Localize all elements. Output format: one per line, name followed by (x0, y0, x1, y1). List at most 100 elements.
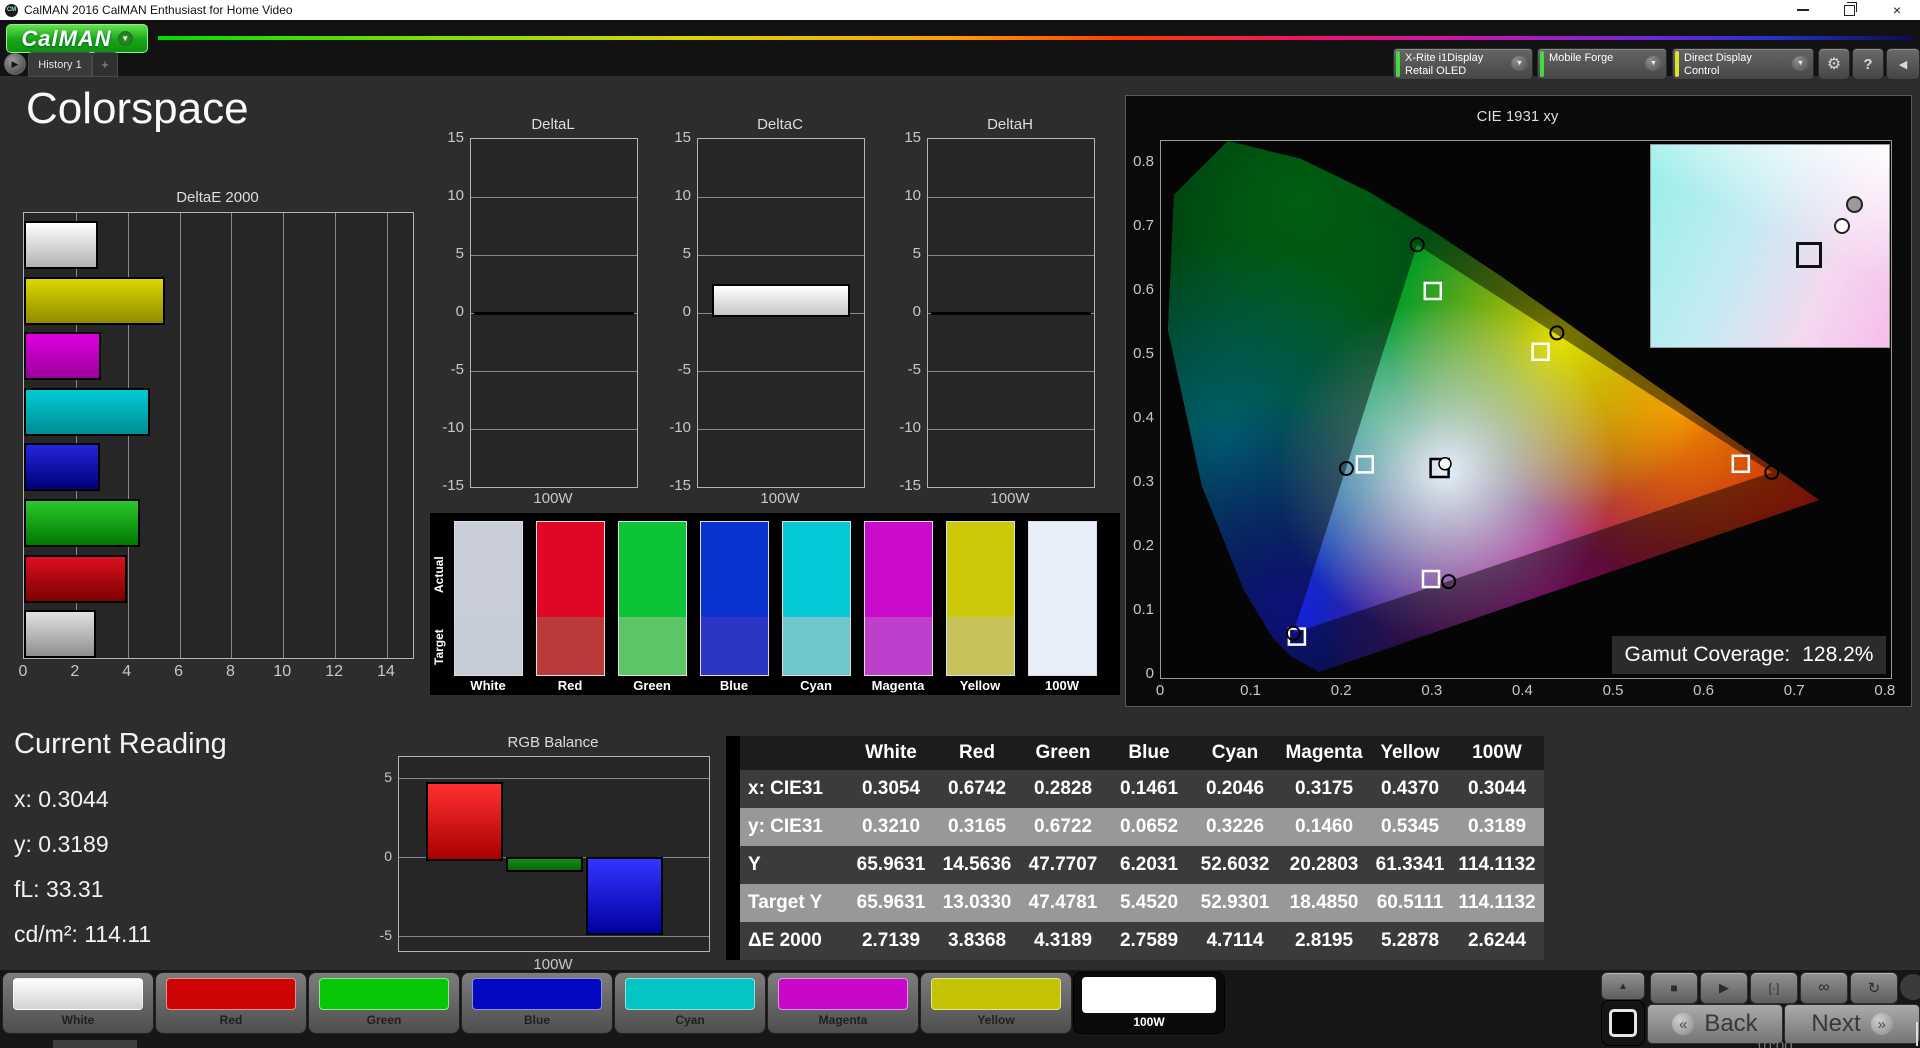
table-cell: 52.6032 (1200, 854, 1270, 875)
table-cell: 5.4520 (1119, 892, 1179, 913)
pattern-button-magenta[interactable]: Magenta (767, 972, 919, 1034)
next-button[interactable]: Next » (1784, 1004, 1920, 1044)
collapse-panel-button[interactable]: ◀ (1886, 48, 1920, 80)
tab-scroll-button[interactable]: ▶ (4, 53, 26, 75)
bottom-accent-bar (53, 1040, 137, 1048)
table-cell: 2.6244 (1467, 930, 1527, 951)
table-row-label: Target Y (748, 892, 823, 913)
minimize-button[interactable] (1786, 0, 1820, 20)
swatch-target (455, 617, 522, 675)
source-dropdown-label: Mobile Forge (1549, 52, 1614, 64)
swatch-label: Blue (719, 678, 749, 693)
gamut-coverage-readout: Gamut Coverage: 128.2% (1612, 636, 1886, 674)
gear-icon: ⚙ (1826, 56, 1842, 73)
table-cell: 0.3210 (861, 816, 921, 837)
mini-chart-x-label: 100W (760, 490, 800, 507)
zero-value-bar (474, 311, 634, 315)
table-header-cell: Yellow (1380, 742, 1440, 763)
chevron-down-icon[interactable]: ▼ (1645, 56, 1662, 71)
table-cell: 0.6742 (947, 778, 1007, 799)
continuous-measure-button[interactable]: ∞ (1800, 972, 1848, 1004)
single-measure-button[interactable]: [·] (1750, 972, 1798, 1004)
pattern-button-label: Cyan (675, 1013, 705, 1027)
stop-button[interactable]: ■ (1650, 972, 1698, 1004)
pattern-chip (319, 978, 449, 1010)
pattern-button-100w[interactable]: 100W (1073, 972, 1225, 1034)
pattern-chip (1082, 977, 1216, 1013)
pattern-chip (13, 978, 143, 1010)
axis-tick-label: 0 (682, 303, 691, 320)
reading-fl: fL: 33.31 (14, 876, 104, 902)
table-cell: 114.1132 (1458, 854, 1536, 875)
table-cell: 0.2828 (1033, 778, 1093, 799)
mini-chart-title: DeltaH (987, 116, 1033, 133)
swatch-actual (455, 522, 522, 617)
table-row: Y 65.9631 14.5636 47.7707 6.2031 52.6032 20.28… (740, 846, 1544, 884)
pattern-up-button[interactable]: ▲ (1601, 972, 1645, 1000)
swatch-column-100w (1028, 521, 1097, 676)
axis-tick-label: 0.5 (1133, 345, 1154, 362)
calman-logo-menu[interactable]: CalMAN ▼ (6, 24, 148, 53)
inset-measured-gray (1846, 195, 1864, 213)
pattern-button-cyan[interactable]: Cyan (614, 972, 766, 1034)
swatch-target (947, 617, 1014, 675)
axis-tick-label: 0.5 (1602, 682, 1624, 699)
rgb-bar-red (426, 781, 503, 861)
axis-tick-label: 0.4 (1133, 409, 1154, 426)
restore-button[interactable] (1832, 0, 1866, 20)
swatch-target (783, 617, 850, 675)
table-cell: 60.5111 (1376, 892, 1444, 913)
help-button[interactable]: ? (1852, 48, 1884, 80)
swatch-column-cyan (782, 521, 851, 676)
swatch-column-red (536, 521, 605, 676)
restore-icon (1843, 1, 1857, 16)
pattern-button-green[interactable]: Green (308, 972, 460, 1034)
table-cell: 0.3044 (1467, 778, 1527, 799)
current-reading-title: Current Reading (14, 728, 227, 760)
refresh-button[interactable]: ↻ (1850, 972, 1898, 1004)
play-button[interactable]: ▶ (1700, 972, 1748, 1004)
table-row-label: x: CIE31 (748, 778, 823, 799)
actual-row-label: Actual (432, 556, 446, 594)
display-control-dropdown[interactable]: Direct Display Control ▼ (1672, 48, 1814, 80)
pattern-button-label: Yellow (977, 1013, 1015, 1027)
tab-add-button[interactable]: + (92, 52, 118, 77)
chevron-down-icon: ▼ (117, 31, 133, 46)
calman-logo-text: CalMAN (21, 25, 112, 51)
pattern-button-white[interactable]: White (2, 972, 154, 1034)
table-header-cell: Blue (1128, 742, 1170, 763)
pattern-button-label: White (61, 1013, 95, 1027)
grid-line (698, 197, 864, 198)
settings-button[interactable]: ⚙ (1818, 48, 1850, 80)
pattern-button-red[interactable]: Red (155, 972, 307, 1034)
tab-history-1[interactable]: History 1 (28, 52, 92, 77)
source-dropdown[interactable]: Mobile Forge ▼ (1537, 48, 1667, 80)
meter-dropdown[interactable]: X-Rite i1Display Retail OLED ▼ (1393, 48, 1533, 80)
pattern-button-blue[interactable]: Blue (461, 972, 613, 1034)
axis-tick-label: 5 (384, 769, 392, 785)
axis-tick-label: 10 (904, 187, 921, 204)
display-dropdown-label: Direct Display Control (1684, 52, 1752, 77)
swatch-actual (865, 522, 932, 617)
grid-line (471, 255, 637, 256)
chevron-down-icon[interactable]: ▼ (1511, 56, 1528, 71)
axis-tick-label: 0.8 (1874, 682, 1896, 699)
table-cell: 13.0330 (942, 892, 1012, 913)
mini-chart-title: DeltaC (757, 116, 803, 133)
axis-tick-label: 0.7 (1133, 217, 1154, 234)
table-cell: 0.4370 (1380, 778, 1440, 799)
axis-tick-label: -15 (669, 477, 691, 494)
swatch-actual (947, 522, 1014, 617)
pattern-button-yellow[interactable]: Yellow (920, 972, 1072, 1034)
swatch-column-blue (700, 521, 769, 676)
close-button[interactable]: × (1880, 0, 1914, 20)
table-cell: 0.3054 (861, 778, 921, 799)
pattern-window-button[interactable] (1601, 1000, 1645, 1046)
next-button-label: Next (1811, 1010, 1861, 1037)
axis-tick-label: 0.2 (1133, 537, 1154, 554)
pattern-button-label: Blue (523, 1013, 550, 1027)
gamut-coverage-label: Gamut Coverage: (1624, 643, 1791, 666)
chevron-down-icon[interactable]: ▼ (1792, 56, 1809, 71)
table-cell: 3.8368 (947, 930, 1007, 951)
minimize-icon (1797, 9, 1809, 11)
